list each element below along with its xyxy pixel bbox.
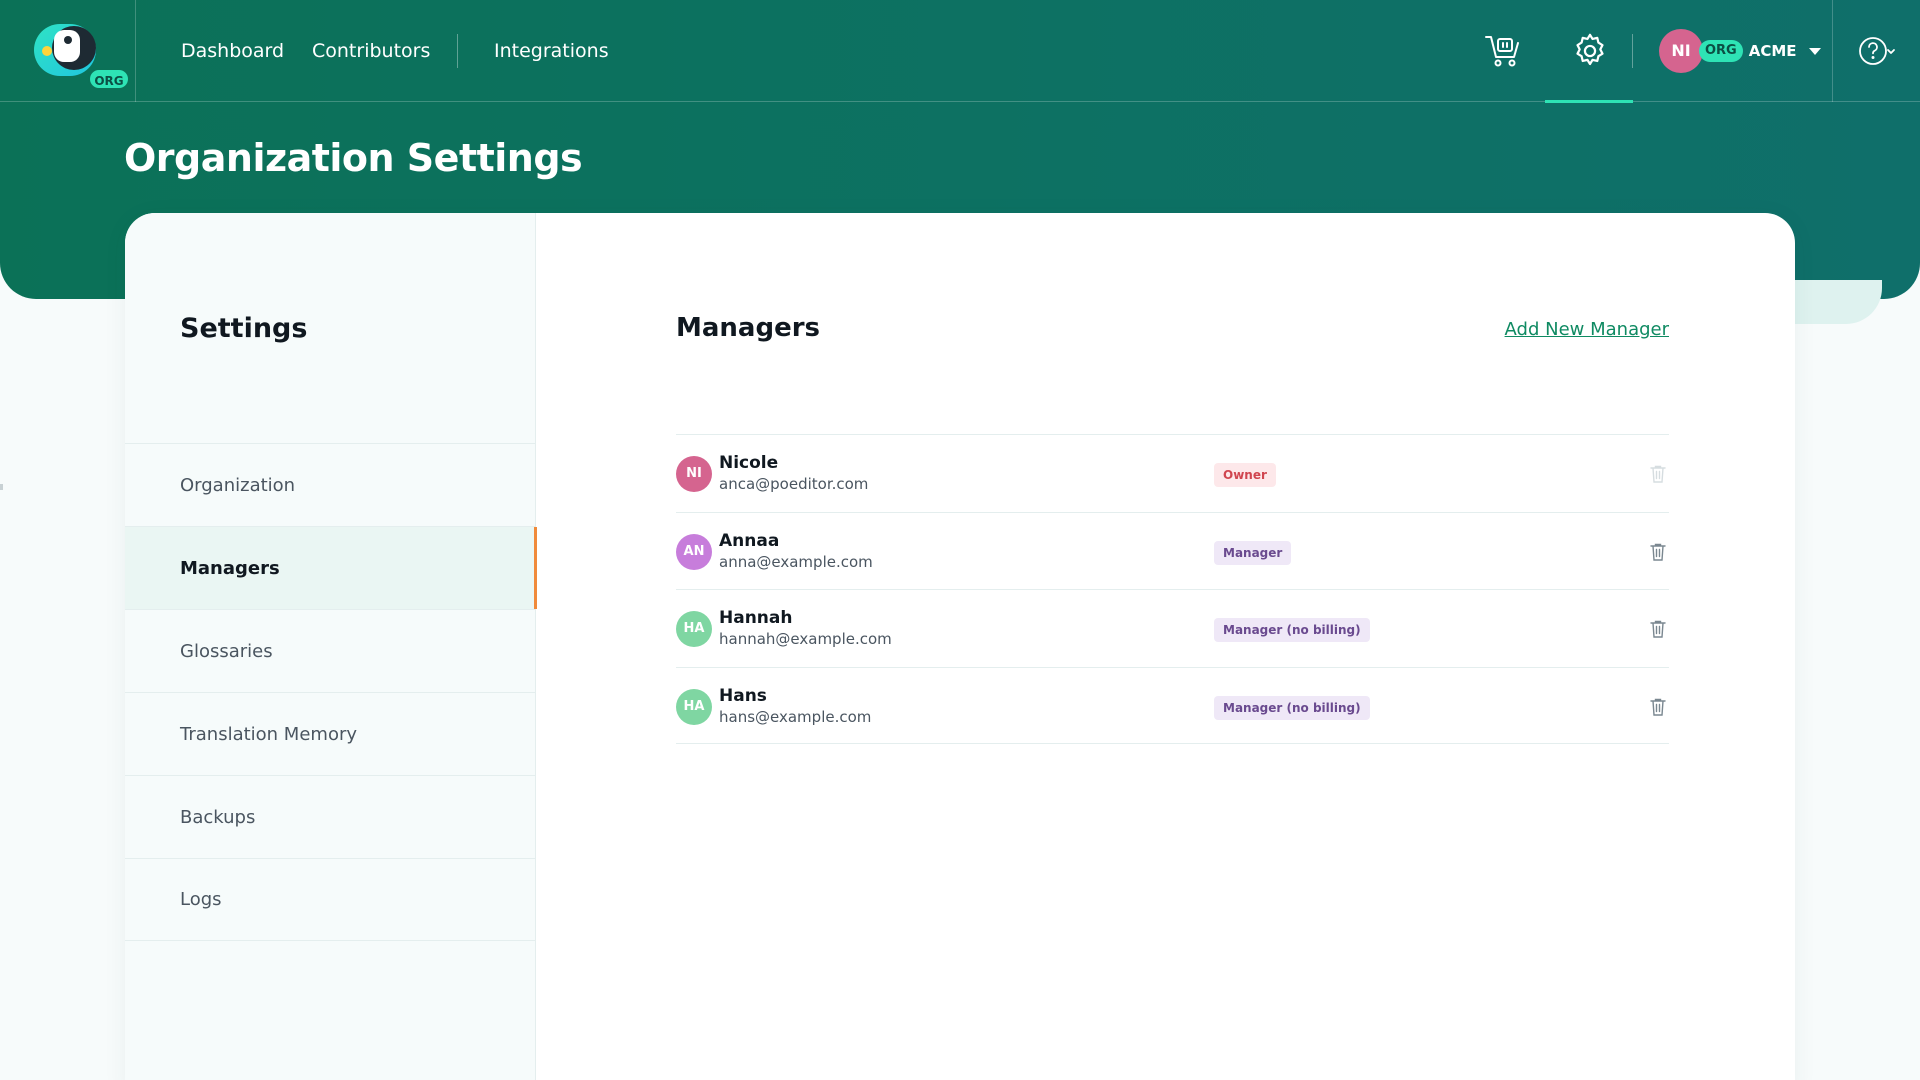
settings-active-indicator xyxy=(1545,100,1633,103)
logo-org-badge: ORG xyxy=(88,68,130,90)
account-org-badge: ORG xyxy=(1699,40,1743,62)
nav-contributors-link[interactable]: Contributors xyxy=(312,40,430,62)
sidebar-item-logs[interactable]: Logs xyxy=(125,858,536,941)
trash-icon xyxy=(1650,543,1666,561)
sidebar-item-organization[interactable]: Organization xyxy=(125,443,536,526)
avatar: HA xyxy=(676,611,712,647)
chevron-down-icon xyxy=(1808,47,1821,55)
nav-integrations-container: Integrations xyxy=(494,0,609,102)
settings-card: Settings Organization Managers Glossarie… xyxy=(125,213,1795,1080)
logo-face xyxy=(54,30,80,62)
app-logo[interactable] xyxy=(34,24,100,76)
logo-area[interactable]: ORG xyxy=(0,0,136,102)
managers-panel: Managers Add New Manager NI Nicole anca@… xyxy=(536,213,1795,1080)
manager-email: hannah@example.com xyxy=(719,630,892,648)
trash-icon xyxy=(1650,698,1666,716)
role-badge: Manager (no billing) xyxy=(1214,695,1370,720)
logo-eye xyxy=(64,36,72,44)
managers-list: NI Nicole anca@poeditor.com Owner AN Ann… xyxy=(676,434,1669,744)
manager-name: Nicole xyxy=(719,453,779,473)
avatar: NI xyxy=(676,456,712,492)
cart-icon xyxy=(1485,36,1519,67)
settings-button[interactable] xyxy=(1565,26,1615,76)
help-button[interactable] xyxy=(1832,0,1920,102)
sidebar-title: Settings xyxy=(180,313,308,344)
delete-manager-button[interactable] xyxy=(1647,617,1669,641)
role-badge: Owner xyxy=(1214,463,1276,487)
cart-button[interactable] xyxy=(1478,26,1528,76)
nav-integrations-link[interactable]: Integrations xyxy=(494,40,609,62)
manager-name: Hannah xyxy=(719,608,793,628)
nav-dashboard-container: Dashboard xyxy=(181,0,284,102)
manager-row: NI Nicole anca@poeditor.com Owner xyxy=(676,434,1669,512)
account-menu[interactable]: NI ORG ACME xyxy=(1659,28,1821,74)
nav-dashboard-link[interactable]: Dashboard xyxy=(181,40,284,62)
trash-icon xyxy=(1650,465,1666,483)
add-new-manager-link[interactable]: Add New Manager xyxy=(1505,319,1669,340)
manager-row: HA Hans hans@example.com Manager (no bil… xyxy=(676,666,1669,744)
manager-email: anna@example.com xyxy=(719,552,873,571)
edge-mark xyxy=(0,484,3,490)
sidebar-item-glossaries[interactable]: Glossaries xyxy=(125,609,536,692)
delete-manager-button[interactable] xyxy=(1647,540,1669,564)
sidebar-item-translation-memory[interactable]: Translation Memory xyxy=(125,692,536,775)
manager-row: HA Hannah hannah@example.com Manager (no… xyxy=(676,589,1669,667)
logo-beak xyxy=(42,46,52,56)
avatar: HA xyxy=(676,688,712,725)
page-title: Organization Settings xyxy=(124,136,583,180)
settings-sidebar: Settings Organization Managers Glossarie… xyxy=(125,213,537,1080)
top-navbar: ORG Dashboard Contributors Integrations … xyxy=(0,0,1920,103)
account-divider xyxy=(1632,34,1633,68)
sidebar-item-managers[interactable]: Managers xyxy=(125,526,537,609)
sidebar-menu: Organization Managers Glossaries Transla… xyxy=(125,443,537,941)
manager-email: hans@example.com xyxy=(719,707,872,726)
trash-icon xyxy=(1650,620,1666,638)
account-avatar: NI xyxy=(1659,29,1703,73)
sidebar-item-backups[interactable]: Backups xyxy=(125,775,536,858)
managers-title: Managers xyxy=(676,313,821,343)
help-icon xyxy=(1858,37,1895,65)
nav-divider xyxy=(457,34,458,68)
manager-name: Annaa xyxy=(719,530,780,551)
role-badge: Manager (no billing) xyxy=(1214,618,1370,642)
delete-manager-button xyxy=(1647,462,1669,486)
manager-row: AN Annaa anna@example.com Manager xyxy=(676,511,1669,590)
role-badge: Manager xyxy=(1214,540,1292,565)
nav-contributors-container: Contributors xyxy=(312,0,430,102)
gear-icon xyxy=(1576,33,1604,66)
manager-name: Hans xyxy=(719,685,767,706)
delete-manager-button[interactable] xyxy=(1647,695,1669,719)
avatar: AN xyxy=(676,533,712,570)
account-name: ACME xyxy=(1748,42,1797,60)
manager-email: anca@poeditor.com xyxy=(719,475,869,493)
